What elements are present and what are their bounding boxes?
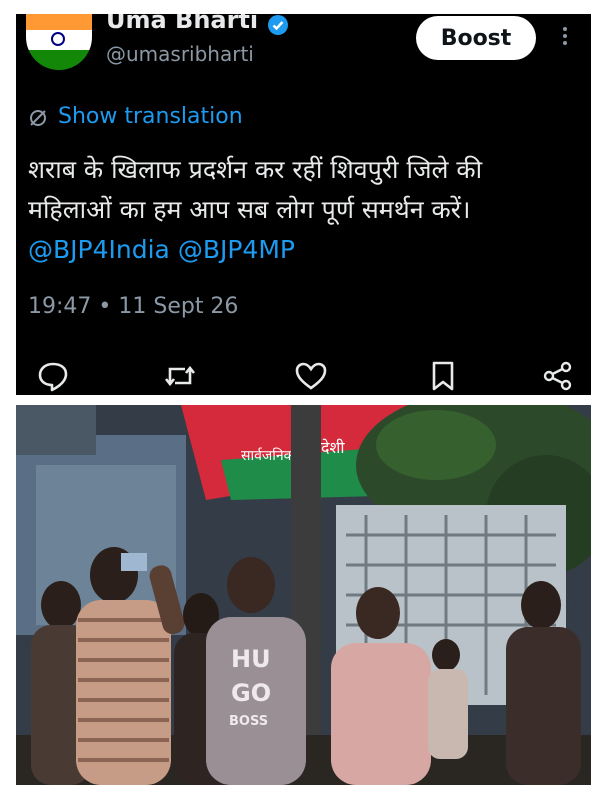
mention-link[interactable]: @BJP4India (28, 235, 170, 264)
author-handle[interactable]: @umasribharti (106, 42, 254, 66)
translate-icon (30, 110, 46, 126)
shirt-text: GO (231, 679, 271, 707)
attached-photo[interactable]: सार्वजनिक देशी HU GO BOSS (16, 405, 591, 785)
boost-button[interactable]: Boost (416, 16, 536, 60)
tweet-text-line: शराब के खिलाफ प्रदर्शन कर रहीं शिवपुरी ज… (28, 155, 483, 184)
flag-saffron-band (26, 14, 92, 30)
mentions-line: @BJP4India @BJP4MP (28, 230, 578, 270)
bookmark-icon[interactable] (426, 359, 460, 393)
author-name[interactable]: Uma Bharti (106, 14, 258, 34)
verified-badge-icon (268, 15, 288, 35)
timestamp[interactable]: 19:47 • 11 Sept 26 (28, 294, 238, 319)
tweet-text-line: महिलाओं का हम आप सब लोग पूर्ण समर्थन करे… (28, 195, 471, 224)
tweet-card: Uma Bharti @umasribharti Boost Show tran… (16, 14, 591, 395)
sign-text: देशी (321, 438, 345, 457)
tweet-text: शराब के खिलाफ प्रदर्शन कर रहीं शिवपुरी ज… (28, 150, 578, 270)
like-icon[interactable] (294, 359, 328, 393)
sign-text: सार्वजनिक (241, 447, 295, 464)
chakra-icon (51, 32, 65, 46)
avatar[interactable] (26, 14, 92, 70)
share-icon[interactable] (541, 359, 575, 393)
reply-icon[interactable] (36, 359, 70, 393)
shirt-text: HU (231, 645, 271, 673)
protest-scene-illustration: सार्वजनिक देशी HU GO BOSS (16, 405, 591, 785)
show-translation-link[interactable]: Show translation (58, 104, 243, 129)
more-options-icon[interactable] (560, 24, 570, 54)
flag-green-band (26, 50, 92, 70)
shirt-text: BOSS (229, 714, 268, 729)
mention-link[interactable]: @BJP4MP (178, 235, 295, 264)
action-bar (16, 359, 591, 395)
retweet-icon[interactable] (163, 359, 197, 393)
